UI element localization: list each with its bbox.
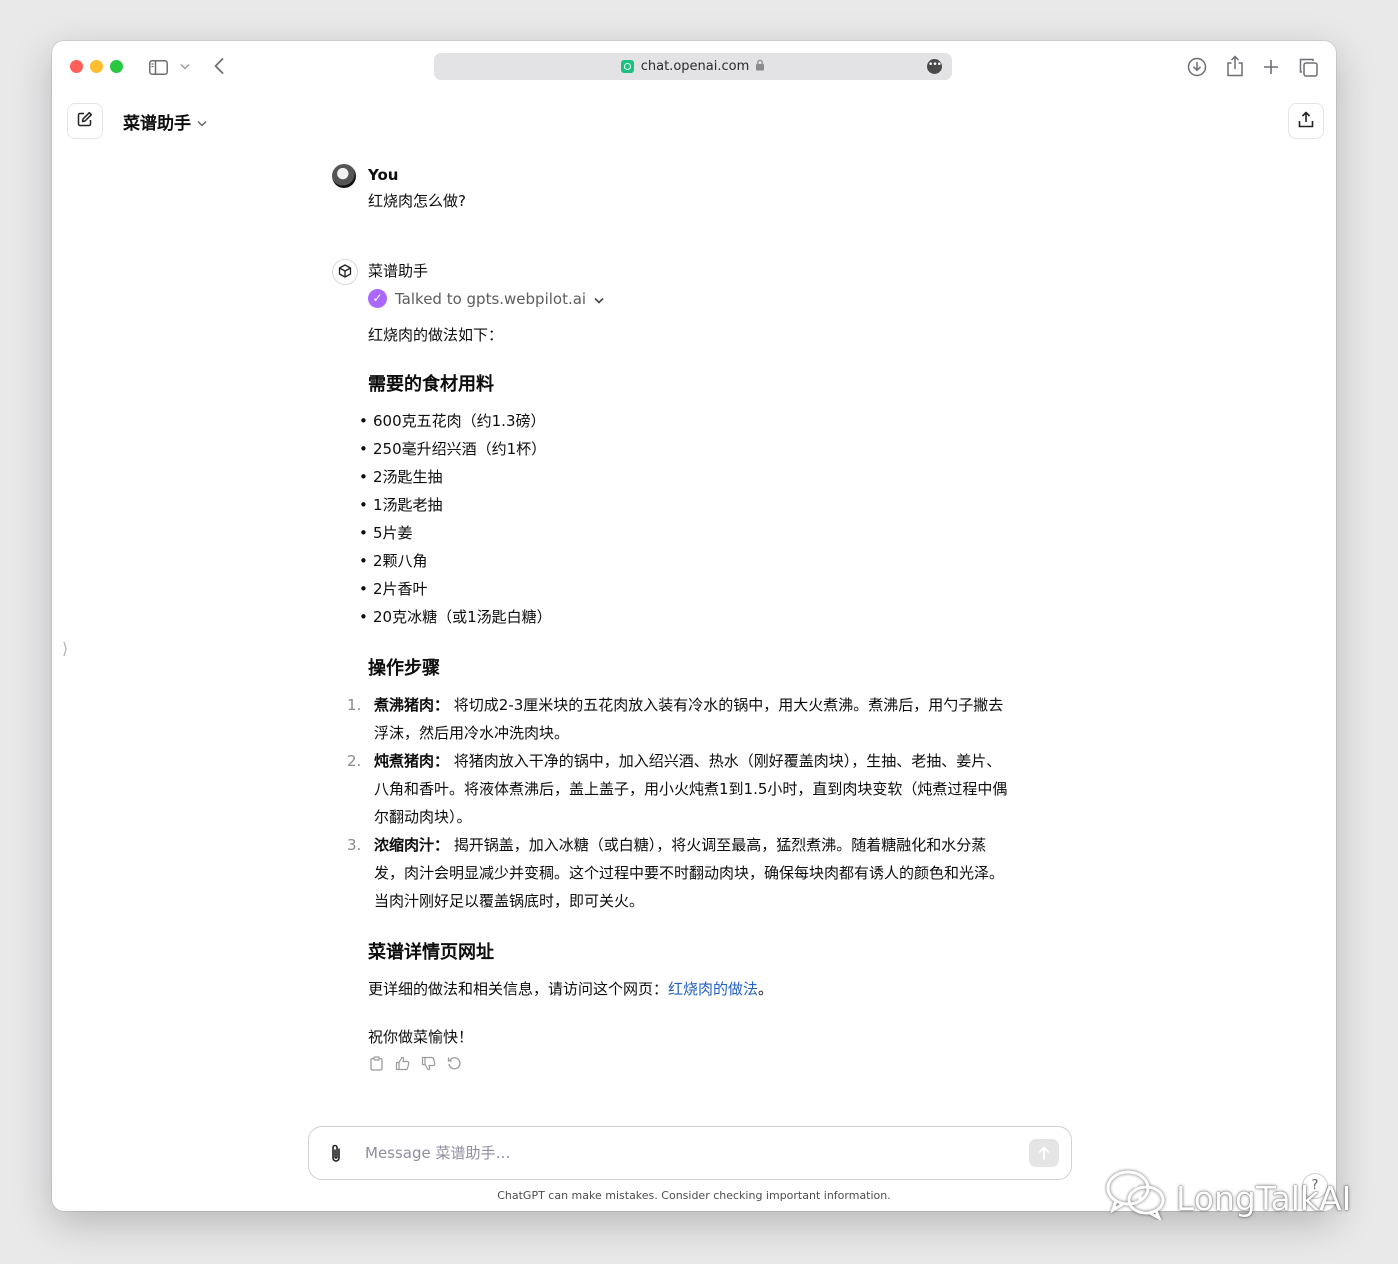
send-button[interactable] — [1029, 1139, 1059, 1167]
message-composer — [308, 1126, 1072, 1180]
answer-intro: 红烧肉的做法如下： — [368, 326, 504, 344]
watermark: LongTalkAI — [1104, 1170, 1351, 1226]
browser-toolbar: chat.openai.com ••• — [52, 41, 1336, 93]
closing-text: 祝你做菜愉快！ — [368, 1028, 474, 1046]
step-title: 炖煮猪肉： — [374, 752, 450, 770]
step-item: 2. 炖煮猪肉： 将猪肉放入干净的锅中，加入绍兴酒、热水（刚好覆盖肉块），生抽、… — [347, 747, 1008, 831]
close-window-button[interactable] — [70, 60, 83, 73]
chevron-down-icon — [594, 290, 604, 308]
list-item: 2片香叶 — [359, 575, 1008, 603]
recipe-link[interactable]: 红烧肉的做法 — [668, 980, 758, 998]
gpt-selector[interactable]: 菜谱助手 — [123, 109, 207, 134]
upload-icon — [1298, 111, 1314, 132]
watermark-text: LongTalkAI — [1176, 1178, 1352, 1218]
edit-icon — [77, 111, 93, 131]
details-text: 更详细的做法和相关信息，请访问这个网页： — [368, 980, 669, 998]
share-chat-button[interactable] — [1288, 103, 1324, 139]
chevron-down-icon[interactable] — [178, 59, 192, 73]
tab-overview-icon[interactable] — [1297, 56, 1319, 78]
browser-window: chat.openai.com ••• 菜谱助手 ⟩ You 红烧肉怎么做? 菜… — [52, 41, 1336, 1211]
regenerate-icon[interactable] — [446, 1055, 462, 1071]
list-item: 2颗八角 — [359, 547, 1008, 575]
message-input[interactable] — [363, 1140, 1007, 1166]
user-avatar — [332, 164, 356, 188]
copy-icon[interactable] — [368, 1055, 384, 1071]
minimize-window-button[interactable] — [90, 60, 103, 73]
list-item: 1汤匙老抽 — [359, 491, 1008, 519]
list-item: 600克五花肉（约1.3磅） — [359, 407, 1008, 435]
step-number: 1. — [347, 696, 362, 714]
step-title: 浓缩肉汁： — [374, 836, 450, 854]
details-paragraph: 更详细的做法和相关信息，请访问这个网页：红烧肉的做法。 — [368, 975, 1008, 1003]
gpt-title: 菜谱助手 — [123, 114, 191, 134]
ingredients-heading: 需要的食材用料 — [368, 374, 494, 395]
new-chat-button[interactable] — [67, 103, 103, 139]
assistant-answer: 红烧肉的做法如下： 需要的食材用料 600克五花肉（约1.3磅） 250毫升绍兴… — [347, 321, 1008, 1071]
list-item: 20克冰糖（或1汤匙白糖） — [359, 603, 1008, 631]
sidebar-icon[interactable] — [148, 57, 168, 77]
new-tab-icon[interactable] — [1260, 56, 1282, 78]
back-arrow-icon[interactable] — [210, 56, 228, 76]
step-item: 3. 浓缩肉汁： 揭开锅盖，加入冰糖（或白糖），将火调至最高，猛烈煮沸。随着糖融… — [347, 831, 1008, 915]
steps-heading: 操作步骤 — [368, 658, 440, 679]
user-message: 红烧肉怎么做? — [368, 192, 466, 210]
message-actions — [368, 1055, 1008, 1071]
step-number: 3. — [347, 836, 362, 854]
tool-call-status[interactable]: ✓ Talked to gpts.webpilot.ai — [368, 289, 604, 308]
site-favicon-icon — [620, 60, 634, 73]
chevron-down-icon — [197, 112, 207, 132]
url-text: chat.openai.com — [640, 59, 750, 74]
lock-icon — [755, 59, 765, 74]
gpt-avatar — [332, 259, 358, 285]
ingredients-list: 600克五花肉（约1.3磅） 250毫升绍兴酒（约1杯） 2汤匙生抽 1汤匙老抽… — [359, 407, 1008, 631]
share-icon[interactable] — [1224, 54, 1246, 78]
details-heading: 菜谱详情页网址 — [368, 942, 494, 963]
list-item: 250毫升绍兴酒（约1杯） — [359, 435, 1008, 463]
more-options-icon[interactable]: ••• — [927, 59, 942, 74]
cube-icon — [338, 263, 352, 282]
steps-list: 1. 煮沸猪肉： 将切成2-3厘米块的五花肉放入装有冷水的锅中，用大火煮沸。煮沸… — [347, 691, 1008, 915]
step-item: 1. 煮沸猪肉： 将切成2-3厘米块的五花肉放入装有冷水的锅中，用大火煮沸。煮沸… — [347, 691, 1008, 747]
thumbs-up-icon[interactable] — [394, 1055, 410, 1071]
step-text: 将猪肉放入干净的锅中，加入绍兴酒、热水（刚好覆盖肉块），生抽、老抽、姜片、八角和… — [374, 752, 1008, 826]
list-item: 5片姜 — [359, 519, 1008, 547]
details-end: 。 — [758, 980, 774, 998]
thumbs-down-icon[interactable] — [420, 1055, 436, 1071]
check-icon: ✓ — [368, 289, 387, 308]
download-icon[interactable] — [1186, 56, 1208, 78]
step-text: 将切成2-3厘米块的五花肉放入装有冷水的锅中，用大火煮沸。煮沸后，用勺子撇去浮沫… — [374, 696, 1004, 742]
wechat-icon — [1104, 1168, 1168, 1228]
paperclip-icon[interactable] — [328, 1142, 344, 1168]
step-number: 2. — [347, 752, 362, 770]
list-item: 2汤匙生抽 — [359, 463, 1008, 491]
step-title: 煮沸猪肉： — [374, 696, 450, 714]
tool-call-label: Talked to gpts.webpilot.ai — [395, 289, 587, 308]
address-bar[interactable]: chat.openai.com ••• — [434, 53, 952, 80]
user-name: You — [368, 166, 399, 184]
sidebar-toggle-icon[interactable]: ⟩ — [62, 639, 68, 658]
gpt-name: 菜谱助手 — [368, 262, 429, 280]
zoom-window-button[interactable] — [110, 60, 123, 73]
step-text: 揭开锅盖，加入冰糖（或白糖），将火调至最高，猛烈煮沸。随着糖融化和水分蒸发，肉汁… — [374, 836, 1005, 910]
